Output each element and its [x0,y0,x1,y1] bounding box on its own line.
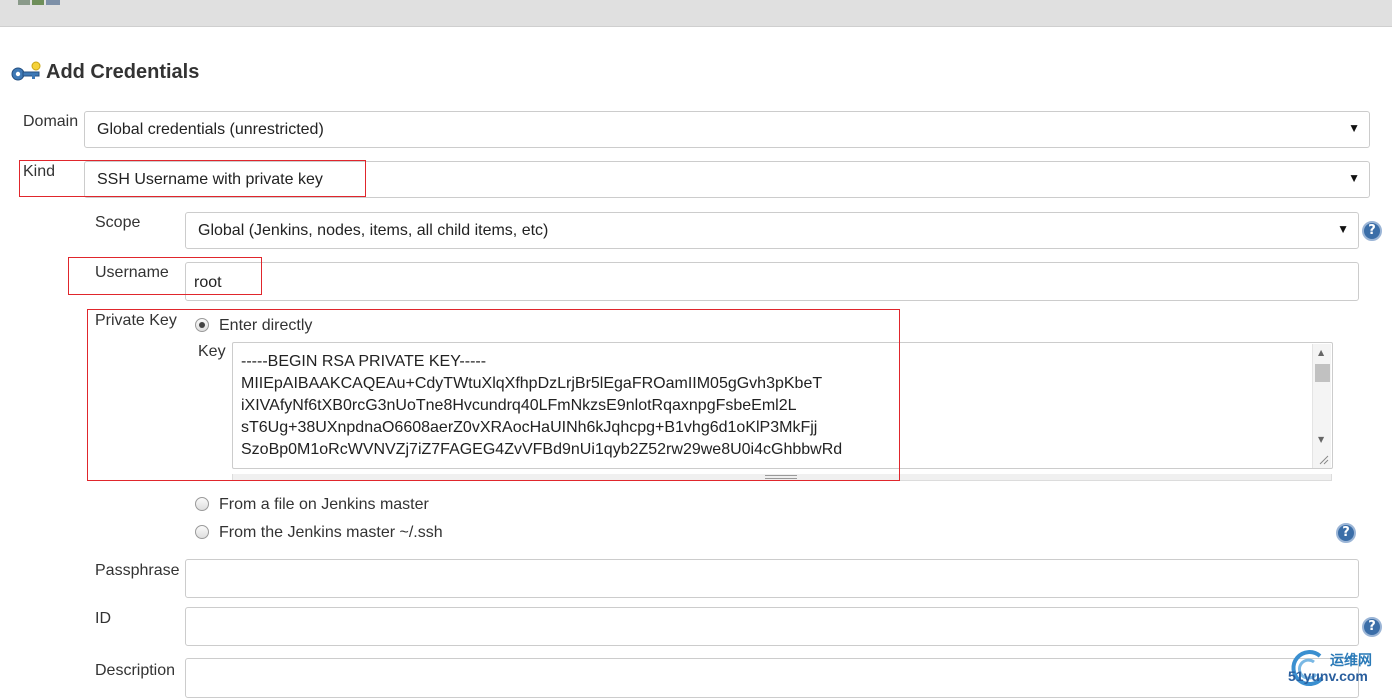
scroll-down-icon[interactable]: ▼ [1318,435,1324,444]
domain-select-value: Global credentials (unrestricted) [97,121,324,138]
username-highlight-box [68,257,262,295]
watermark: 运维网 51yunv.com [1288,646,1392,694]
chevron-down-icon: ▼ [1348,121,1360,135]
scope-label: Scope [95,214,141,231]
radio-from-ssh-label[interactable]: From the Jenkins master ~/.ssh [219,524,443,542]
id-input[interactable] [185,607,1359,646]
id-help-icon[interactable]: ? [1362,617,1382,637]
scope-select[interactable]: Global (Jenkins, nodes, items, all child… [185,212,1359,249]
private-key-help-icon[interactable]: ? [1336,523,1356,543]
radio-from-file-label[interactable]: From a file on Jenkins master [219,496,429,514]
chevron-down-icon: ▼ [1337,222,1349,236]
passphrase-input[interactable] [185,559,1359,598]
description-label: Description [95,662,176,679]
scope-help-icon[interactable]: ? [1362,221,1382,241]
radio-from-file[interactable] [195,497,209,511]
page-title: Add Credentials [46,61,200,83]
top-bar [0,0,1392,27]
watermark-en-text: 51yunv.com [1288,668,1368,684]
textarea-scrollbar[interactable]: ▲ ▼ [1312,344,1331,468]
scrollbar-thumb[interactable] [1315,364,1330,382]
domain-label: Domain [23,113,79,130]
id-label: ID [95,610,111,627]
watermark-cn-text: 运维网 [1330,653,1372,669]
resize-handle-icon[interactable] [1319,455,1329,465]
jenkins-logo-icon [18,0,60,5]
scroll-up-icon[interactable]: ▲ [1318,348,1324,357]
kind-highlight-box [19,160,366,197]
chevron-down-icon: ▼ [1348,171,1360,185]
description-input[interactable] [185,658,1359,698]
domain-select[interactable]: Global credentials (unrestricted) ▼ [84,111,1370,148]
username-input[interactable]: root [185,262,1359,301]
passphrase-label: Passphrase [95,562,180,579]
credentials-key-icon [11,61,41,81]
private-key-highlight-box [87,309,900,481]
radio-from-ssh[interactable] [195,525,209,539]
scope-select-value: Global (Jenkins, nodes, items, all child… [198,222,549,239]
